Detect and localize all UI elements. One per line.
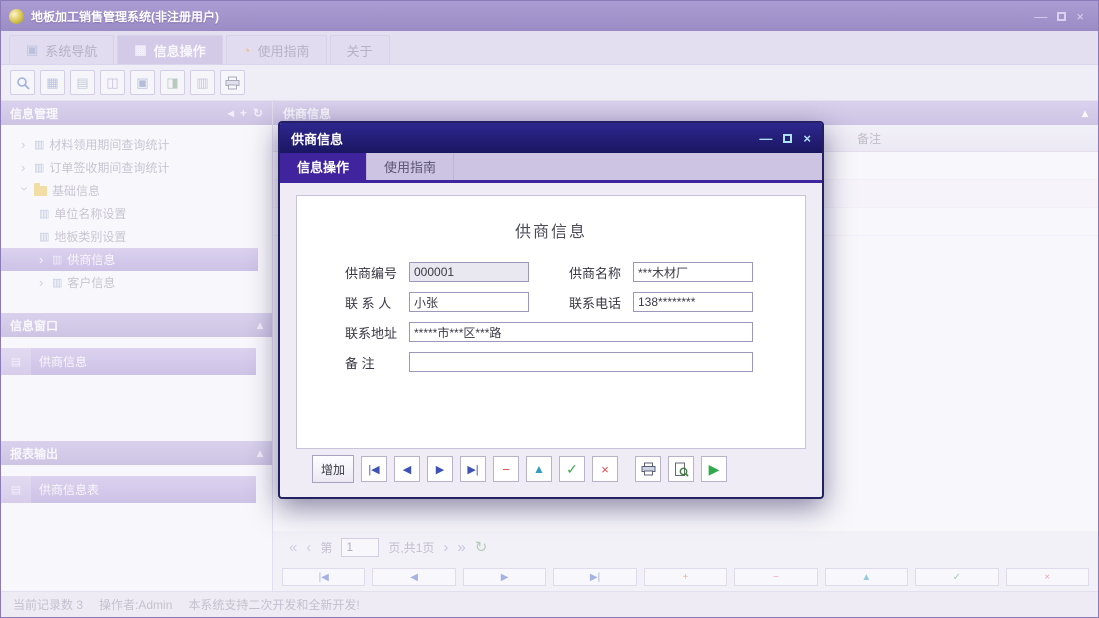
dialog-tab-label: 使用指南 [384,157,436,176]
execute-button[interactable]: ▶ [701,456,727,482]
contact-phone-field[interactable] [633,292,753,312]
contact-phone-label: 联系电话 [569,293,627,312]
supplier-name-label: 供商名称 [569,263,627,282]
triangle-up-icon: ▲ [533,462,545,476]
nav-next-button[interactable]: ▶ [427,456,453,482]
next-icon: ▶ [436,463,444,476]
minimize-icon[interactable]: — [1034,10,1047,23]
nav-last-button[interactable]: ▶| [460,456,486,482]
dialog-tab-user-guide[interactable]: 使用指南 [367,153,454,180]
minus-icon: − [502,462,510,477]
play-icon: ▶ [709,461,720,478]
dialog-titlebar: 供商信息 — × [280,123,822,153]
window-controls: — × [1034,10,1090,23]
dialog-title: 供商信息 [291,129,759,148]
supplier-code-field[interactable] [409,262,529,282]
form-row: 联 系 人 联系电话 [345,292,785,312]
edit-button[interactable]: ▲ [526,456,552,482]
supplier-info-dialog: 供商信息 — × 信息操作 使用指南 供商信息 供商编号 供商名称 联 系 人 [278,121,824,499]
first-icon: |◀ [368,463,379,476]
cross-icon: × [601,462,609,477]
titlebar: 地板加工销售管理系统(非注册用户) — × [1,1,1098,31]
nav-prev-button[interactable]: ◀ [394,456,420,482]
window-title: 地板加工销售管理系统(非注册用户) [31,8,1027,25]
form-title: 供商信息 [317,218,785,242]
app-logo-icon [9,9,24,24]
form-row: 联系地址 [345,322,785,342]
contact-address-field[interactable] [409,322,753,342]
dialog-tab-bar: 信息操作 使用指南 [280,153,822,183]
supplier-code-label: 供商编号 [345,263,403,282]
dialog-minimize-icon[interactable]: — [759,131,772,146]
form-row: 备 注 [345,352,785,372]
app-window: { "titlebar": { "title": "地板加工销售管理系统(非注册… [0,0,1099,618]
remark-label: 备 注 [345,353,403,372]
remark-field[interactable] [409,352,753,372]
check-icon: ✓ [566,461,578,478]
print-preview-button[interactable] [668,456,694,482]
supplier-name-field[interactable] [633,262,753,282]
print-record-button[interactable] [635,456,661,482]
last-icon: ▶| [467,463,478,476]
dialog-maximize-icon[interactable] [783,134,792,143]
cancel-button[interactable]: × [592,456,618,482]
dialog-button-bar: 增加 |◀ ◀ ▶ ▶| − ▲ ✓ × ▶ [296,449,806,497]
nav-first-button[interactable]: |◀ [361,456,387,482]
prev-icon: ◀ [403,463,411,476]
close-icon[interactable]: × [1076,10,1084,23]
confirm-button[interactable]: ✓ [559,456,585,482]
dialog-close-icon[interactable]: × [803,131,811,146]
delete-button[interactable]: − [493,456,519,482]
add-button[interactable]: 增加 [312,455,354,483]
supplier-form: 供商信息 供商编号 供商名称 联 系 人 联系电话 联系地址 备 注 [296,195,806,449]
contact-person-field[interactable] [409,292,529,312]
dialog-tab-label: 信息操作 [297,157,349,176]
dialog-window-controls: — × [759,131,811,146]
contact-person-label: 联 系 人 [345,293,403,312]
printer-icon [641,462,656,476]
dialog-body: 供商信息 供商编号 供商名称 联 系 人 联系电话 联系地址 备 注 [280,183,822,497]
maximize-icon[interactable] [1057,12,1066,21]
preview-icon [674,462,689,477]
dialog-tab-info-operation[interactable]: 信息操作 [280,153,367,180]
contact-address-label: 联系地址 [345,323,403,342]
form-row: 供商编号 供商名称 [345,262,785,282]
